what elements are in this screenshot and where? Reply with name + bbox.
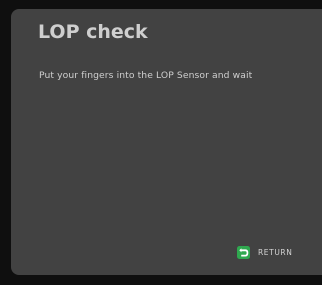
return-label: RETURN (258, 247, 293, 257)
device-frame: LOP check Put your fingers into the LOP … (0, 0, 322, 285)
back-arrow-icon (237, 245, 250, 259)
lop-check-screen: LOP check Put your fingers into the LOP … (11, 9, 322, 275)
page-title: LOP check (38, 21, 148, 43)
return-button[interactable]: RETURN (237, 245, 292, 259)
instruction-text: Put your fingers into the LOP Sensor and… (39, 70, 253, 81)
